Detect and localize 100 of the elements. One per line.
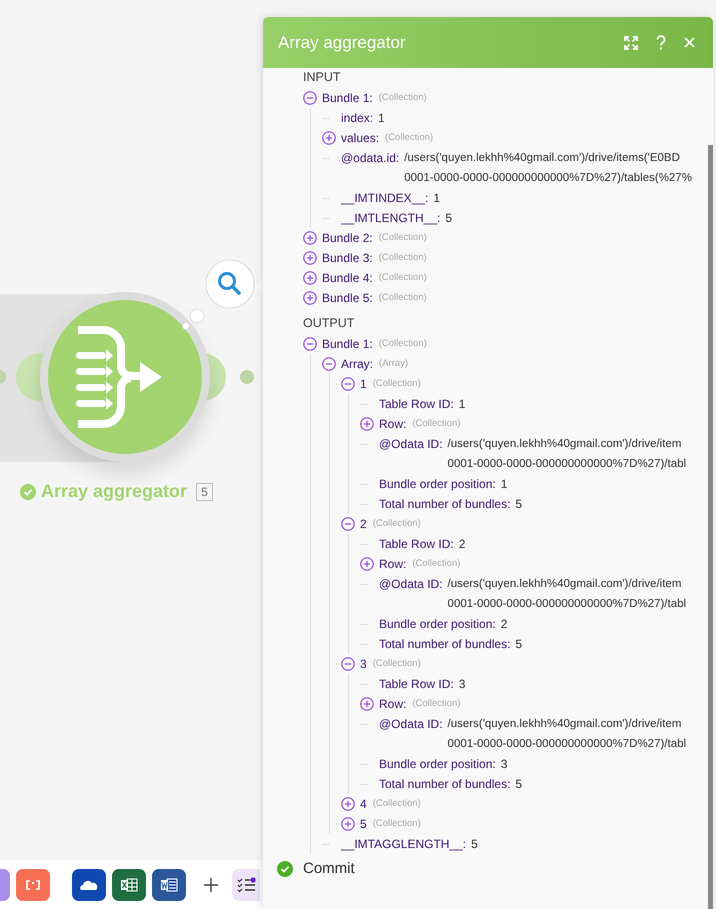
collapse-icon[interactable] — [303, 91, 317, 105]
field-key: Bundle order position: — [379, 614, 496, 634]
field-key: Row: — [379, 554, 406, 574]
field-key: @Odata ID: — [379, 574, 443, 594]
type-hint: (Collection) — [372, 517, 421, 531]
field-value: /users('quyen.lekhh%40gmail.com')/drive/item — [448, 437, 682, 452]
success-icon — [20, 484, 36, 500]
field-key: 3 — [360, 654, 367, 674]
field-value: 3 — [458, 676, 466, 693]
type-hint: (Collection) — [412, 417, 460, 431]
plus-icon[interactable] — [204, 878, 218, 892]
field-key: Bundle 2: — [322, 228, 373, 248]
field-value: /users('quyen.lekhh%40gmail.com')/drive/items('E0BD — [404, 151, 681, 166]
section-title: INPUT — [303, 69, 342, 86]
field-value: /users('quyen.lekhh%40gmail.com')/drive/item — [448, 717, 682, 732]
collapse-icon[interactable] — [322, 357, 336, 371]
field-key: Table Row ID: — [379, 674, 454, 694]
expand-icon[interactable] — [303, 251, 317, 265]
operation-count: 5 — [196, 482, 213, 500]
help-icon[interactable] — [656, 35, 666, 50]
field-key: Total number of bundles: — [379, 494, 510, 514]
field-key: 5 — [360, 814, 367, 834]
type-hint: (Collection) — [378, 271, 427, 285]
field-value: 2 — [458, 536, 466, 553]
field-key: Bundle order position: — [379, 474, 496, 494]
field-key: 2 — [360, 514, 367, 534]
field-value: 1 — [433, 190, 440, 207]
spreadsheet-icon[interactable] — [112, 868, 146, 900]
type-hint: (Collection) — [412, 557, 460, 571]
field-value: 5 — [515, 636, 522, 653]
collapse-icon[interactable] — [303, 337, 317, 351]
field-key: Table Row ID: — [379, 394, 454, 414]
field-key: Total number of bundles: — [379, 634, 510, 654]
field-key: Bundle 4: — [322, 268, 373, 288]
field-value: 1 — [378, 110, 385, 127]
type-hint: (Collection) — [372, 657, 421, 671]
type-hint: (Collection) — [372, 817, 421, 831]
field-key: @Odata ID: — [379, 714, 443, 734]
field-key: Row: — [379, 694, 406, 714]
type-hint: (Collection) — [412, 697, 460, 711]
app-icon[interactable] — [0, 868, 10, 900]
field-value: 0001-0000-0000-000000000000%7D%27)/tabl — [448, 737, 686, 752]
expand-icon[interactable] — [303, 271, 317, 285]
field-value: /users('quyen.lekhh%40gmail.com')/drive/item — [448, 577, 682, 592]
connector-dot — [240, 370, 254, 384]
document-icon[interactable] — [152, 868, 186, 900]
field-key: 4 — [360, 794, 367, 814]
section-title: OUTPUT — [303, 315, 356, 332]
collapse-icon[interactable] — [341, 517, 355, 531]
expand-icon[interactable] — [322, 131, 336, 145]
search-bubble-icon[interactable] — [182, 258, 256, 332]
field-key: Table Row ID: — [379, 534, 454, 554]
type-hint: (Collection) — [378, 231, 427, 245]
field-value: 0001-0000-0000-000000000000%7D%27)/tabl — [448, 457, 686, 472]
fullscreen-icon[interactable] — [624, 36, 638, 50]
expand-icon[interactable] — [303, 291, 317, 305]
type-hint: (Collection) — [372, 797, 421, 811]
field-key: 1 — [360, 374, 367, 394]
field-key: Bundle order position: — [379, 754, 496, 774]
type-hint: (Collection) — [378, 337, 427, 351]
type-hint: (Collection) — [378, 291, 427, 305]
scrollbar[interactable] — [708, 145, 713, 909]
field-value: 0001-0000-0000-000000000000%7D%27)/tables(%27% — [404, 171, 692, 186]
collapse-icon[interactable] — [341, 377, 355, 391]
close-icon[interactable] — [684, 37, 695, 48]
expand-icon[interactable] — [341, 817, 355, 831]
type-hint: (Collection) — [378, 91, 427, 105]
expand-icon[interactable] — [360, 557, 374, 571]
field-value: 1 — [458, 396, 466, 413]
panel-title: Array aggregator — [278, 32, 407, 52]
expand-icon[interactable] — [303, 231, 317, 245]
field-value: 5 — [445, 210, 452, 227]
field-key: index: — [341, 108, 374, 128]
field-key: __IMTINDEX__: — [341, 188, 428, 208]
field-key: Row: — [379, 414, 406, 434]
field-value: 5 — [515, 496, 522, 513]
field-key: @Odata ID: — [379, 434, 443, 454]
field-value: 5 — [515, 776, 522, 793]
operation-label[interactable]: Commit — [303, 860, 355, 877]
expand-icon[interactable] — [360, 697, 374, 711]
field-key: @odata.id: — [341, 148, 400, 168]
field-key: values: — [341, 128, 380, 148]
checklist-icon[interactable] — [232, 868, 260, 900]
expand-icon[interactable] — [360, 417, 374, 431]
collapse-icon[interactable] — [341, 657, 355, 671]
type-hint: (Array) — [379, 357, 408, 371]
field-key: Total number of bundles: — [379, 774, 510, 794]
field-value: 5 — [471, 836, 478, 853]
cloud-icon[interactable] — [72, 868, 106, 900]
field-value: 1 — [500, 476, 508, 493]
field-key: __IMTAGGLENGTH__: — [341, 834, 466, 854]
type-hint: (Collection) — [378, 251, 427, 265]
field-key: Bundle 1: — [322, 334, 373, 354]
brackets-icon[interactable] — [16, 868, 50, 900]
field-key: Bundle 5: — [322, 288, 373, 308]
expand-icon[interactable] — [341, 797, 355, 811]
module-name: Array aggregator — [41, 481, 188, 502]
field-value: 2 — [500, 616, 508, 633]
field-value: 3 — [500, 756, 508, 773]
type-hint: (Collection) — [385, 131, 434, 145]
